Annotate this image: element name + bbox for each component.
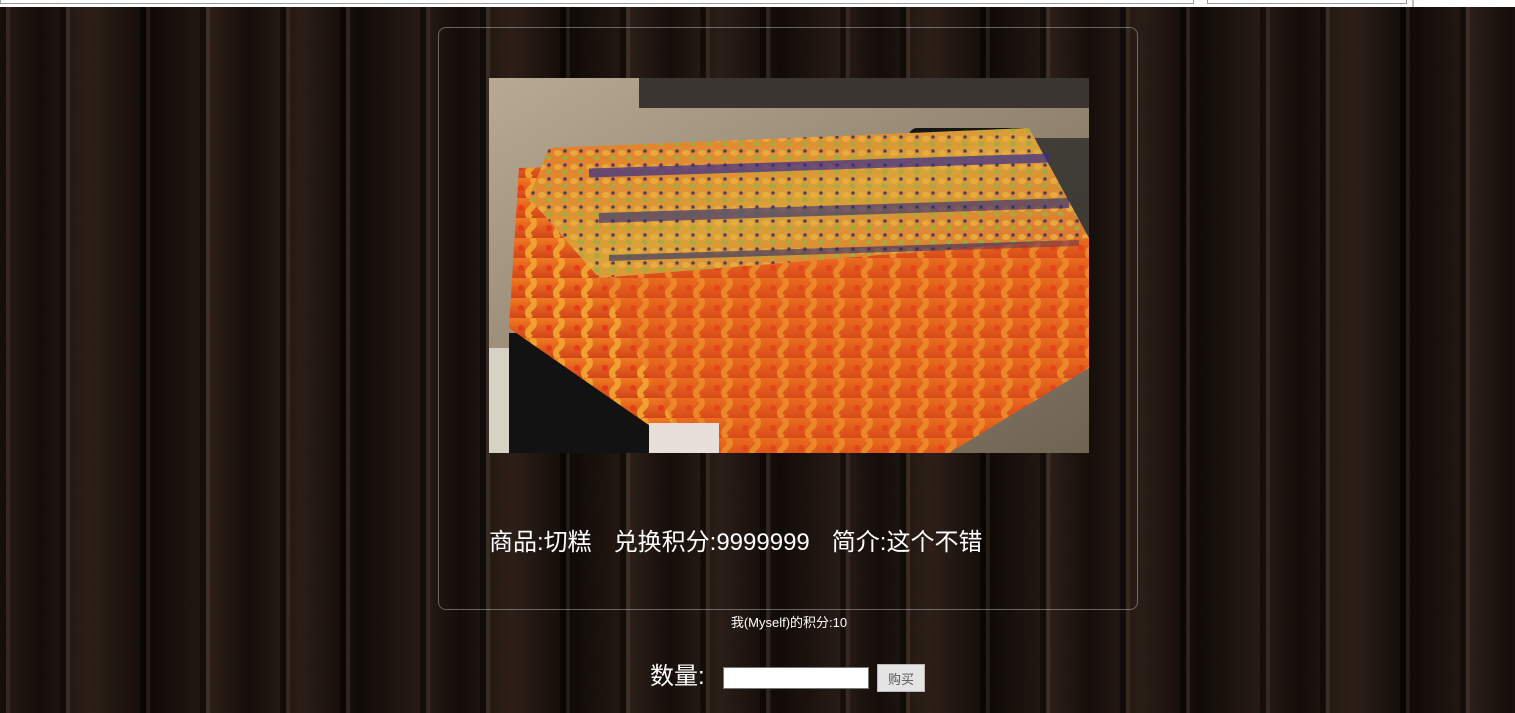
browser-top-strip bbox=[0, 0, 1515, 7]
product-info-row: 商品:切糕 兑换积分:9999999 简介:这个不错 bbox=[489, 526, 1004, 560]
product-photo-qiegao bbox=[489, 78, 1089, 453]
top-input-field[interactable] bbox=[0, 0, 1194, 4]
product-image bbox=[489, 78, 1089, 453]
product-intro: 简介:这个不错 bbox=[831, 529, 983, 556]
quantity-label: 数量: bbox=[650, 663, 705, 690]
product-exchange-points: 兑换积分:9999999 bbox=[613, 529, 810, 556]
top-input-field-secondary[interactable] bbox=[1207, 0, 1407, 4]
my-points: 我(Myself)的积分:10 bbox=[730, 615, 848, 630]
top-divider bbox=[1412, 0, 1414, 7]
buy-button[interactable]: 购买 bbox=[877, 664, 925, 692]
quantity-input[interactable] bbox=[723, 667, 869, 689]
product-name: 商品:切糕 bbox=[489, 529, 592, 556]
